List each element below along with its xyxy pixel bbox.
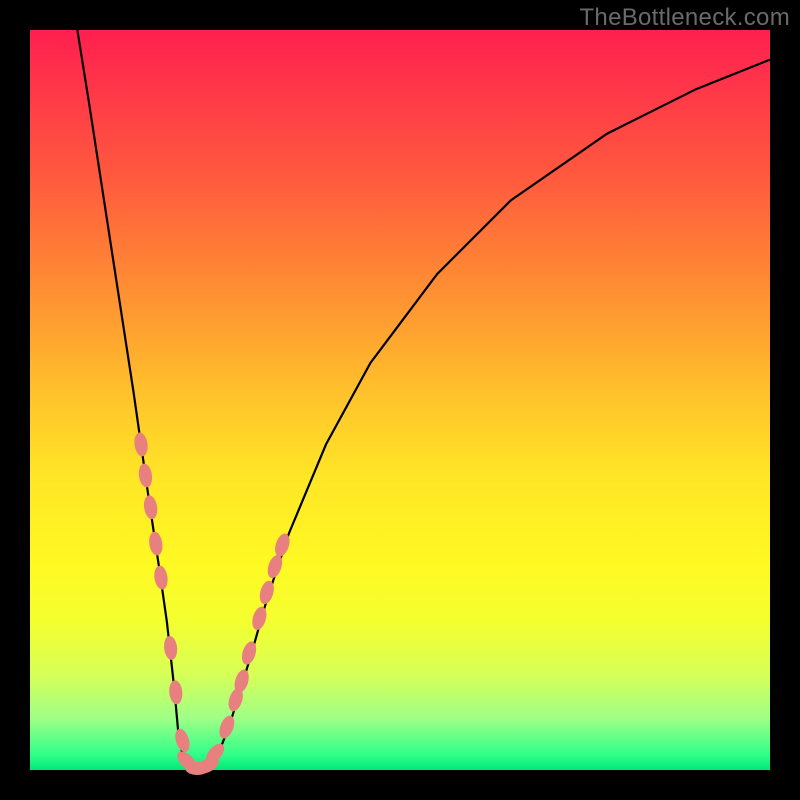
curve-marker [216, 714, 237, 741]
watermark-text: TheBottleneck.com [579, 4, 790, 32]
curve-marker [168, 680, 183, 705]
plot-area [30, 30, 770, 770]
curve-marker [148, 531, 164, 557]
curve-marker [250, 605, 269, 632]
curve-marker [137, 463, 153, 489]
curve-marker [163, 635, 179, 660]
curve-marker [142, 494, 158, 520]
curve-marker [239, 640, 258, 667]
marker-group [133, 432, 292, 777]
bottleneck-curve [77, 30, 770, 770]
curve-marker [173, 727, 193, 754]
curve-marker [153, 565, 169, 591]
chart-frame: TheBottleneck.com [0, 0, 800, 800]
curve-svg [30, 30, 770, 770]
curve-marker [133, 432, 149, 458]
